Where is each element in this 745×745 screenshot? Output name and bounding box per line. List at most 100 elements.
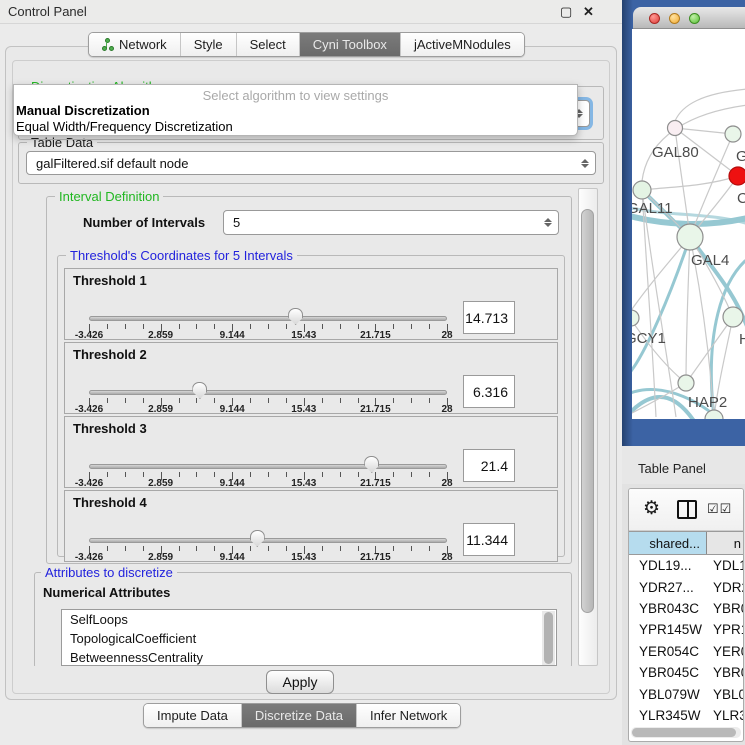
node-label-h-partial: H	[739, 331, 745, 348]
tab-network[interactable]: Network	[89, 33, 181, 56]
network-canvas[interactable]: GAL80 GA C GAL11 GAL4 GCY1 H HAP2	[632, 29, 745, 419]
tab-discretize-data[interactable]: Discretize Data	[242, 704, 357, 727]
number-of-intervals-combobox[interactable]: 5	[223, 210, 559, 235]
table-horizontal-scrollbar[interactable]	[631, 727, 741, 738]
threshold-row: Threshold 2 -3.426 2.859 9.144 15.43 21.…	[64, 342, 558, 414]
node-label-gal11: GAL11	[632, 200, 673, 217]
number-of-intervals-label: Number of Intervals	[83, 215, 205, 230]
threshold-label: Threshold 3	[73, 421, 147, 436]
threshold-slider-thumb[interactable]	[364, 456, 379, 473]
close-panel-icon[interactable]: ✕	[583, 4, 594, 20]
threshold-slider-tick-labels: -3.426 2.859 9.144 15.43 21.715 28	[89, 404, 447, 416]
node-gal4	[677, 224, 703, 250]
table-toolbar: ⚙ ☑☑	[629, 489, 743, 531]
table-data-combobox[interactable]: galFiltered.sif default node	[26, 151, 596, 175]
threshold-slider-track[interactable]	[89, 538, 447, 543]
checkboxes-icon[interactable]: ☑☑	[707, 501, 732, 517]
threshold-label: Threshold 2	[73, 347, 147, 362]
control-panel-titlebar: Control Panel ▢ ✕	[0, 0, 622, 24]
attributes-scrollbar[interactable]	[542, 611, 555, 666]
threshold-slider-tick-labels: -3.426 2.859 9.144 15.43 21.715 28	[89, 478, 447, 490]
tab-jactivemnodules[interactable]: jActiveMNodules	[401, 33, 524, 56]
table-row[interactable]: YER054CYER0	[629, 641, 743, 662]
tab-infer-network[interactable]: Infer Network	[357, 704, 460, 727]
algorithm-placeholder-item[interactable]: Select algorithm to view settings	[14, 85, 577, 103]
threshold-row: Threshold 3 -3.426 2.859 9.144 15.43 21.…	[64, 416, 558, 488]
threshold-coordinates-group-title: Threshold's Coordinates for 5 Intervals	[66, 248, 297, 263]
settings-viewport: Interval Definition Number of Intervals …	[18, 186, 578, 666]
control-panel-title: Control Panel	[8, 4, 87, 19]
attribute-item[interactable]: BetweennessCentrality	[62, 648, 556, 666]
tab-select[interactable]: Select	[237, 33, 300, 56]
threshold-row: Threshold 1 -3.426 2.859 9.144 15.43 21.…	[64, 268, 558, 340]
threshold-row: Threshold 4 -3.426 2.859 9.144 15.43 21.…	[64, 490, 558, 562]
minimize-traffic-light-icon[interactable]	[669, 13, 680, 24]
table-row[interactable]: YBR043CYBR0	[629, 598, 743, 619]
threshold-slider-thumb[interactable]	[288, 308, 303, 325]
threshold-label: Threshold 1	[73, 273, 147, 288]
node-label-gal4: GAL4	[691, 252, 729, 269]
settings-vertical-scrollbar[interactable]	[578, 188, 598, 666]
columns-icon[interactable]	[677, 500, 697, 519]
table-row[interactable]: YBL079WYBL0	[629, 683, 743, 704]
threshold-value-field[interactable]: 11.344	[463, 523, 515, 556]
attribute-item[interactable]: SelfLoops	[62, 610, 556, 629]
node-label-c-partial: C	[737, 190, 745, 207]
attributes-group: Attributes to discretize Numerical Attri…	[34, 572, 572, 666]
numerical-attributes-list[interactable]: SelfLoops TopologicalCoefficient Between…	[61, 609, 557, 666]
algorithm-item-manual[interactable]: Manual Discretization	[14, 103, 577, 119]
number-of-intervals-value: 5	[233, 215, 240, 230]
combo-arrows-icon	[544, 218, 552, 227]
threshold-coordinates-group: Threshold's Coordinates for 5 Intervals …	[57, 255, 565, 557]
interval-definition-group-title: Interval Definition	[55, 189, 163, 204]
bottom-tab-bar: Impute Data Discretize Data Infer Networ…	[143, 703, 461, 728]
threshold-slider-track[interactable]	[89, 464, 447, 469]
node-label-hap2: HAP2	[688, 394, 727, 411]
tab-jactivemnodules-label: jActiveMNodules	[414, 37, 511, 52]
table-row[interactable]: YDL19...YDL1	[629, 555, 743, 576]
tab-cyni-toolbox-label: Cyni Toolbox	[313, 37, 387, 52]
threshold-slider-tick-labels: -3.426 2.859 9.144 15.43 21.715 28	[89, 330, 447, 342]
table-row[interactable]: YBR045CYBR0	[629, 662, 743, 683]
interval-definition-group: Interval Definition Number of Intervals …	[46, 196, 572, 564]
tab-cyni-toolbox[interactable]: Cyni Toolbox	[300, 33, 401, 56]
table-data-selected-value: galFiltered.sif default node	[36, 156, 188, 171]
control-panel-window: Control Panel ▢ ✕ Network Style Select C…	[0, 0, 622, 745]
algorithm-dropdown-popup: Select algorithm to view settings Manual…	[13, 84, 578, 136]
attribute-item[interactable]: TopologicalCoefficient	[62, 629, 556, 648]
threshold-slider-thumb[interactable]	[192, 382, 207, 399]
threshold-slider-thumb[interactable]	[250, 530, 265, 547]
tab-impute-data-label: Impute Data	[157, 708, 228, 723]
gear-icon[interactable]: ⚙	[643, 497, 660, 520]
tab-style[interactable]: Style	[181, 33, 237, 56]
table-row[interactable]: YLR345WYLR3	[629, 705, 743, 726]
node-label-gal80: GAL80	[652, 144, 699, 161]
close-traffic-light-icon[interactable]	[649, 13, 660, 24]
zoom-traffic-light-icon[interactable]	[689, 13, 700, 24]
tab-discretize-data-label: Discretize Data	[255, 708, 343, 723]
threshold-slider-track[interactable]	[89, 390, 447, 395]
algorithm-item-equal-width[interactable]: Equal Width/Frequency Discretization	[14, 119, 577, 135]
network-icon	[102, 38, 114, 52]
node-top-right	[725, 126, 741, 142]
table-body: YDL19...YDL1 YDR27...YDR2 YBR043CYBR0 YP…	[629, 555, 743, 727]
column-header-name[interactable]: n	[707, 532, 743, 554]
threshold-slider-tick-labels: -3.426 2.859 9.144 15.43 21.715 28	[89, 552, 447, 564]
threshold-value-field[interactable]: 14.713	[463, 301, 515, 334]
table-header-row: shared... n	[629, 531, 743, 555]
table-row[interactable]: YPR145WYPR1	[629, 619, 743, 640]
table-row[interactable]: YDR27...YDR2	[629, 576, 743, 597]
threshold-value-field[interactable]: 21.4	[463, 449, 515, 482]
node-label-ga-partial: GA	[736, 148, 745, 165]
column-header-shared-name[interactable]: shared...	[629, 532, 707, 554]
tab-impute-data[interactable]: Impute Data	[144, 704, 242, 727]
float-panel-icon[interactable]: ▢	[560, 4, 572, 20]
node-label-gcy1: GCY1	[632, 330, 666, 347]
node-gal80	[668, 121, 683, 136]
table-panel-header: Table Panel	[622, 446, 745, 484]
threshold-slider-track[interactable]	[89, 316, 447, 321]
threshold-value-field[interactable]: 6.316	[463, 375, 515, 408]
apply-button[interactable]: Apply	[266, 670, 334, 694]
combo-arrows-icon	[581, 159, 589, 168]
tab-style-label: Style	[194, 37, 223, 52]
